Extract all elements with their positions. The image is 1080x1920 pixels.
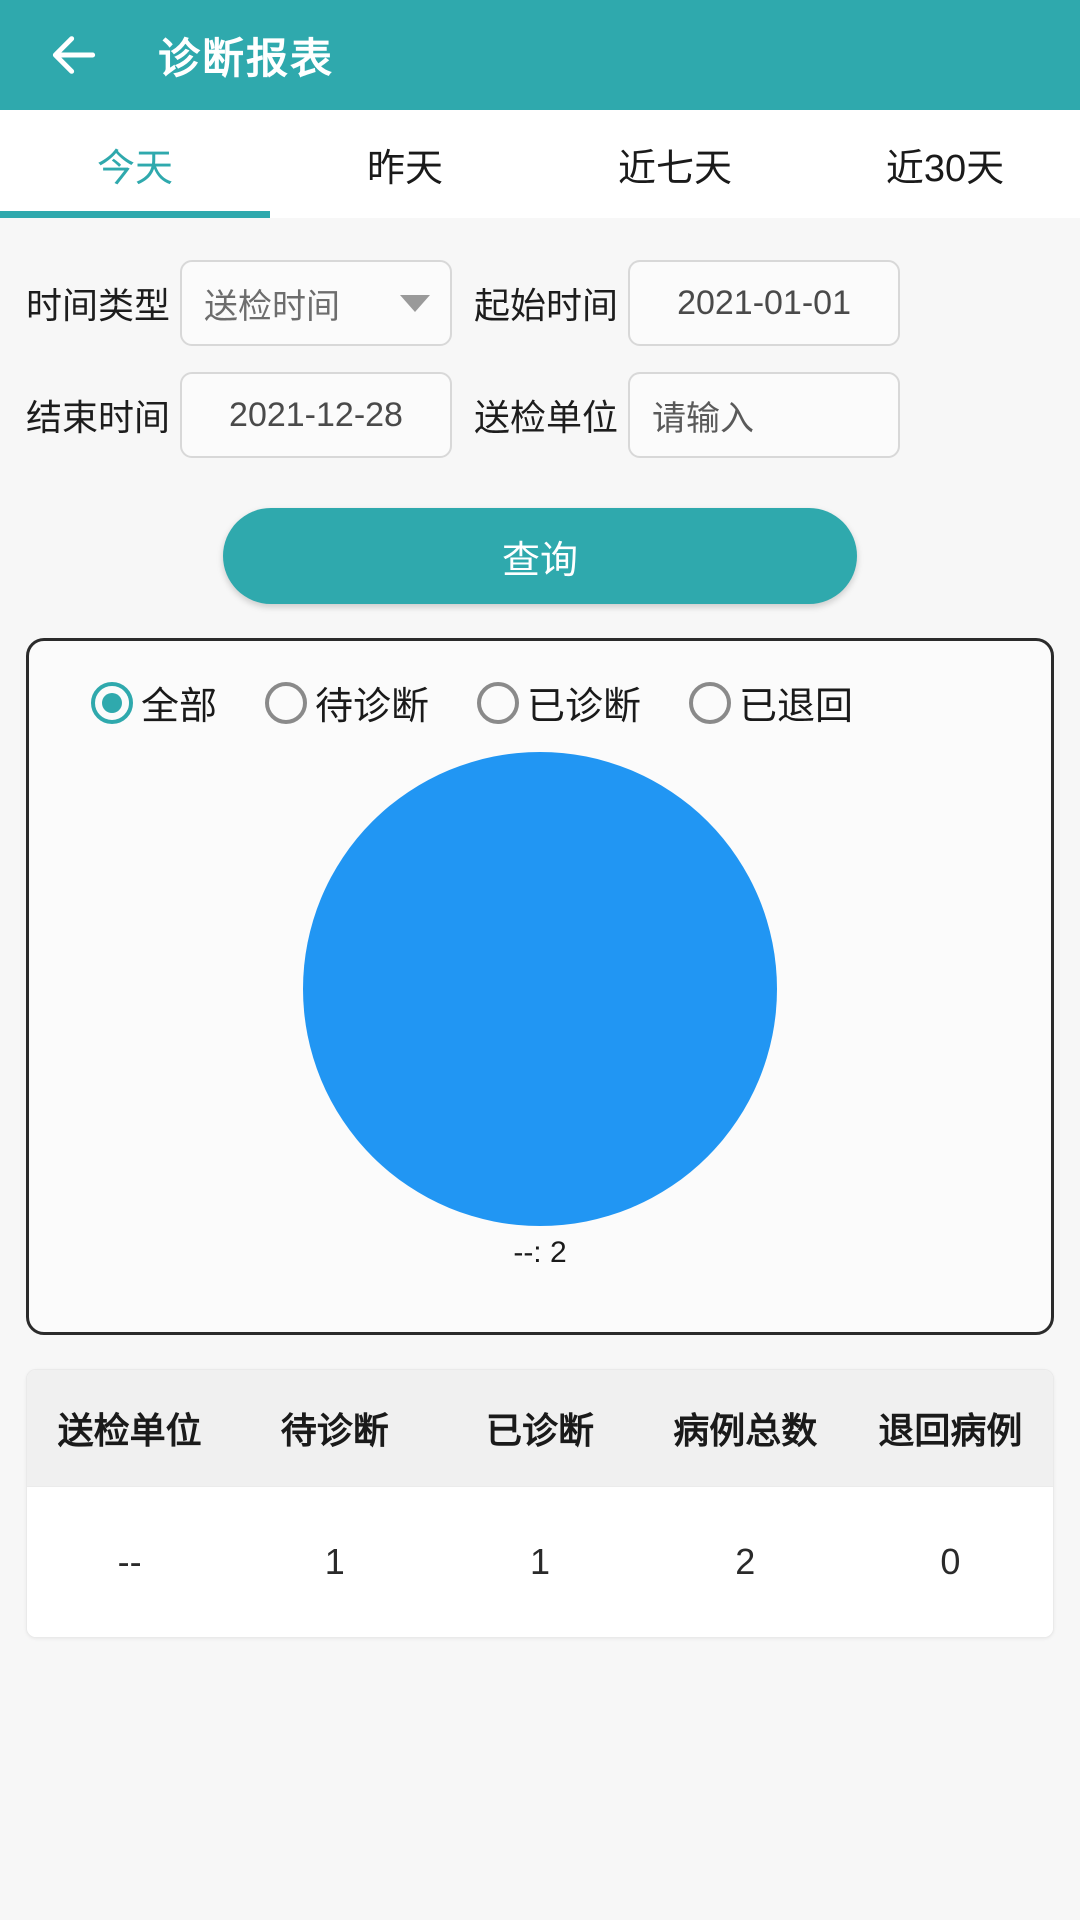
tab-last-thirty-days[interactable]: 近30天 <box>810 110 1080 218</box>
column-header-total-cases: 病例总数 <box>673 1410 818 1451</box>
tab-last-seven-days[interactable]: 近七天 <box>540 110 810 218</box>
app-bar: 诊断报表 <box>0 0 1080 110</box>
query-button[interactable]: 查询 <box>223 508 857 604</box>
radio-unselected-icon <box>689 681 732 724</box>
column-header-pending: 待诊断 <box>280 1410 389 1451</box>
table-header-row: 送检单位 待诊断 已诊断 病例总数 退回病例 <box>27 1370 1053 1486</box>
tab-today-label: 今天 <box>96 147 173 190</box>
radio-selected-icon <box>91 681 133 724</box>
cell-diagnosed: 1 <box>529 1541 551 1582</box>
time-type-label: 时间类型 <box>26 285 171 326</box>
radio-pending-diagnosis-label: 待诊断 <box>315 686 430 728</box>
end-time-label: 结束时间 <box>26 397 171 438</box>
page-title: 诊断报表 <box>158 34 335 82</box>
filter-row-two: 结束时间 2021-12-28 送检单位 请输入 <box>26 372 1054 458</box>
page-content: 时间类型 送检时间 起始时间 2021-01-01 结束时间 2021-12-2… <box>0 218 1080 1638</box>
radio-returned-label: 已退回 <box>739 686 854 728</box>
tab-last-seven-days-label: 近七天 <box>617 147 732 190</box>
pie-slice <box>303 752 777 1226</box>
tab-last-thirty-days-label: 近30天 <box>885 147 1005 190</box>
cell-pending: 1 <box>324 1541 345 1582</box>
hospital-input[interactable]: 请输入 <box>652 391 754 440</box>
radio-pending-diagnosis[interactable]: 待诊断 <box>265 675 429 730</box>
tab-yesterday-label: 昨天 <box>366 147 443 190</box>
column-header-diagnosed: 已诊断 <box>486 1410 595 1451</box>
cell-returned-cases: 0 <box>940 1541 961 1582</box>
radio-diagnosed[interactable]: 已诊断 <box>477 675 641 730</box>
radio-diagnosed-label: 已诊断 <box>527 686 642 728</box>
chevron-down-icon <box>400 294 431 312</box>
filter-form: 时间类型 送检时间 起始时间 2021-01-01 结束时间 2021-12-2… <box>0 218 1080 458</box>
cell-hospital: -- <box>117 1541 142 1582</box>
hospital-input-wrap[interactable]: 请输入 <box>628 372 901 458</box>
status-filter-group: 全部 待诊断 已诊断 已退回 <box>29 675 1051 730</box>
filter-row-one: 时间类型 送检时间 起始时间 2021-01-01 <box>26 260 1054 346</box>
tab-yesterday[interactable]: 昨天 <box>270 110 540 218</box>
start-time-value: 2021-01-01 <box>677 283 851 322</box>
cell-total-cases: 2 <box>735 1541 756 1582</box>
start-time-label: 起始时间 <box>474 285 619 326</box>
radio-unselected-icon <box>477 681 520 724</box>
pie-slice-label: --: 2 <box>513 1236 567 1269</box>
end-time-value: 2021-12-28 <box>229 395 403 434</box>
radio-unselected-icon <box>265 681 308 724</box>
start-time-field[interactable]: 2021-01-01 <box>628 260 901 346</box>
radio-all[interactable]: 全部 <box>91 675 217 730</box>
column-header-hospital: 送检单位 <box>57 1410 202 1451</box>
chart-card: 全部 待诊断 已诊断 已退回 --: 2 <box>26 638 1054 1335</box>
column-header-returned-cases: 退回病例 <box>878 1410 1023 1451</box>
hospital-label: 送检单位 <box>474 397 619 438</box>
pie-chart: --: 2 <box>29 748 1051 1304</box>
time-type-select[interactable]: 送检时间 <box>180 260 453 346</box>
query-button-wrap: 查询 <box>0 484 1080 638</box>
date-range-tabs: 今天 昨天 近七天 近30天 <box>0 110 1080 218</box>
tab-today[interactable]: 今天 <box>0 110 270 218</box>
time-type-value: 送检时间 <box>204 287 341 326</box>
back-arrow-icon[interactable] <box>46 27 102 83</box>
radio-returned[interactable]: 已退回 <box>689 675 853 730</box>
table-row[interactable]: -- 1 1 2 0 <box>27 1486 1053 1637</box>
pie-chart-canvas <box>303 752 777 1226</box>
radio-all-label: 全部 <box>141 686 218 728</box>
end-time-field[interactable]: 2021-12-28 <box>180 372 453 458</box>
summary-table: 送检单位 待诊断 已诊断 病例总数 退回病例 -- 1 1 2 0 <box>26 1369 1054 1638</box>
